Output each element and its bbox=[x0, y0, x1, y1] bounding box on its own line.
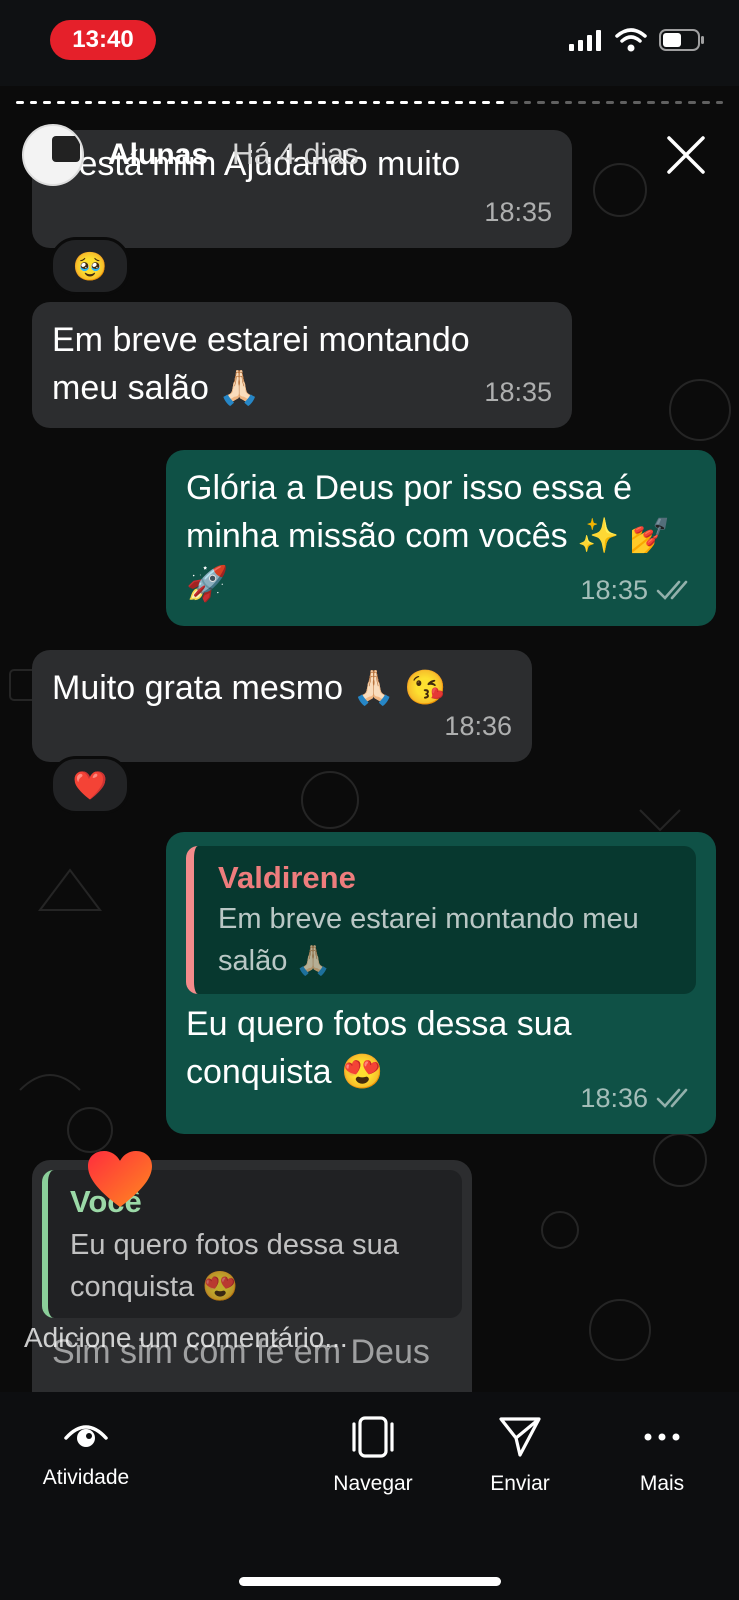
wifi-icon bbox=[615, 28, 647, 52]
message-outgoing: Glória a Deus por isso essa é minha miss… bbox=[166, 450, 716, 626]
status-bar: 13:40 bbox=[0, 0, 739, 86]
status-time: 13:40 bbox=[50, 20, 156, 60]
activity-button[interactable]: Atividade bbox=[16, 1416, 156, 1490]
quoted-author: Valdirene bbox=[218, 860, 356, 895]
message-outgoing-reply: Valdirene Em breve estarei montando meu … bbox=[166, 832, 716, 1134]
navigate-button[interactable]: Navegar bbox=[303, 1416, 443, 1496]
navigate-label: Navegar bbox=[333, 1472, 413, 1495]
more-label: Mais bbox=[639, 1472, 685, 1495]
signal-icon bbox=[569, 30, 601, 51]
status-icons bbox=[569, 28, 705, 52]
story-author[interactable]: Alunas bbox=[108, 138, 208, 172]
story-progress bbox=[16, 101, 724, 107]
message-text: Muito grata mesmo 🙏🏻 😘 bbox=[52, 669, 447, 707]
message-time: 18:36 bbox=[580, 1083, 648, 1113]
double-check-icon bbox=[656, 1088, 688, 1108]
heart-icon bbox=[88, 1151, 152, 1207]
message-incoming: Em breve estarei montando meu salão 🙏🏻 1… bbox=[32, 302, 572, 428]
message-time: 18:35 bbox=[484, 197, 552, 227]
reaction-emoji: 🥹 bbox=[72, 250, 108, 282]
message-time: 18:35 bbox=[580, 575, 648, 605]
comment-input[interactable]: Adicione um comentário... bbox=[24, 1322, 348, 1354]
message-reaction: ❤️ bbox=[50, 756, 130, 814]
message-reaction: 🥹 bbox=[50, 237, 130, 295]
double-check-icon bbox=[656, 580, 688, 600]
quoted-text: Eu quero fotos dessa sua conquista 😍 bbox=[70, 1229, 399, 1303]
home-indicator[interactable] bbox=[239, 1577, 501, 1586]
send-button[interactable]: Enviar bbox=[450, 1416, 590, 1496]
more-icon bbox=[644, 1433, 680, 1441]
send-label: Enviar bbox=[490, 1472, 550, 1495]
quoted-message: Valdirene Em breve estarei montando meu … bbox=[186, 846, 696, 994]
quoted-text: Em breve estarei montando meu salão 🙏🏻 bbox=[218, 903, 639, 977]
reaction-emoji: ❤️ bbox=[72, 769, 108, 801]
eye-icon bbox=[64, 1425, 108, 1447]
avatar[interactable] bbox=[22, 124, 84, 186]
more-button[interactable]: Mais bbox=[592, 1416, 732, 1496]
story-age: Há 4 dias bbox=[232, 138, 359, 171]
message-incoming: Muito grata mesmo 🙏🏻 😘 18:36 bbox=[32, 650, 532, 762]
message-text: Em breve estarei montando meu salão 🙏🏻 bbox=[52, 321, 470, 407]
activity-label: Atividade bbox=[42, 1466, 130, 1489]
bottom-bar: Atividade Navegar Enviar Mais bbox=[0, 1392, 739, 1600]
send-icon bbox=[499, 1417, 541, 1457]
battery-icon bbox=[659, 29, 704, 51]
message-time: 18:36 bbox=[444, 711, 512, 741]
message-text: Eu quero fotos dessa sua conquista 😍 bbox=[186, 1005, 572, 1091]
message-time: 18:35 bbox=[484, 377, 552, 407]
close-icon[interactable] bbox=[663, 132, 709, 178]
navigate-icon bbox=[352, 1416, 394, 1458]
story-header[interactable]: Alunas Há 4 dias bbox=[22, 124, 359, 186]
